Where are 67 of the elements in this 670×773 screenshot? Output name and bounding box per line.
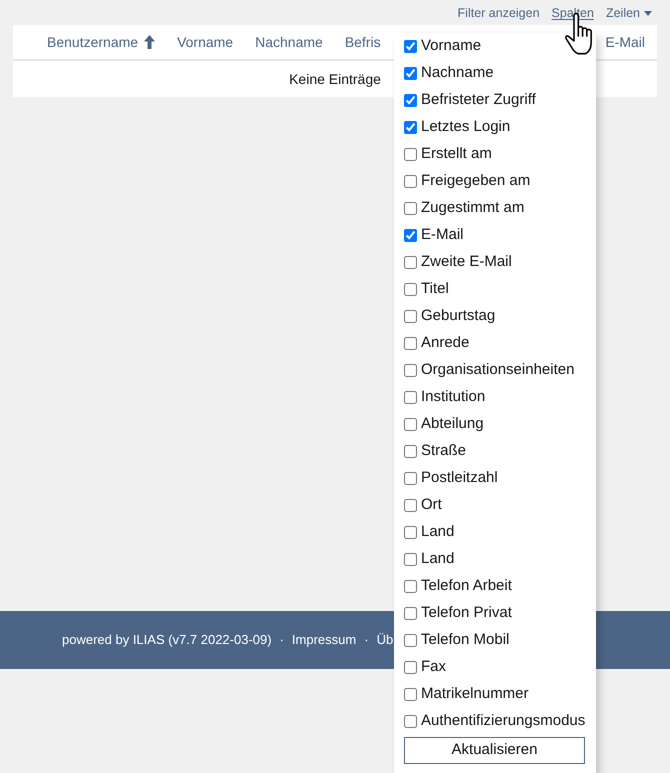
checkbox-label[interactable]: Zugestimmt am [421, 197, 524, 220]
update-button[interactable]: Aktualisieren [404, 737, 585, 764]
checkbox-label[interactable]: Zweite E-Mail [421, 251, 512, 274]
checkbox[interactable] [404, 499, 417, 512]
checkbox[interactable] [404, 121, 417, 134]
checkbox[interactable] [404, 472, 417, 485]
checkbox[interactable] [404, 283, 417, 296]
footer-link[interactable]: Üb [376, 630, 394, 650]
checkbox[interactable] [404, 40, 417, 53]
checkbox[interactable] [404, 715, 417, 728]
checkbox-label[interactable]: Telefon Privat [421, 602, 512, 625]
checkbox[interactable] [404, 661, 417, 674]
checkbox-label[interactable]: Matrikelnummer [421, 683, 529, 706]
footer-separator: · [364, 631, 369, 650]
checkbox-label[interactable]: Organisationseinheiten [421, 359, 574, 382]
checkbox[interactable] [404, 337, 417, 350]
checkbox-label[interactable]: Authentifizierungsmodus [421, 710, 586, 733]
checkbox[interactable] [404, 391, 417, 404]
checkbox-label[interactable]: Letztes Login [421, 116, 510, 139]
checkbox[interactable] [404, 364, 417, 377]
checkbox-label[interactable]: Befristeter Zugriff [421, 89, 536, 112]
checkbox-label[interactable]: Telefon Arbeit [421, 575, 512, 598]
checkbox-label[interactable]: Ort [421, 494, 442, 517]
checkbox-label[interactable]: Freigegeben am [421, 170, 530, 193]
checkbox-label[interactable]: Erstellt am [421, 143, 492, 166]
toolbar-link[interactable]: Filter anzeigen [458, 4, 540, 23]
checkbox-label[interactable]: Nachname [421, 62, 494, 85]
column-header[interactable]: E-Mail [605, 32, 645, 52]
checkbox[interactable] [404, 607, 417, 620]
column-header[interactable]: Befris [344, 32, 381, 52]
checkbox[interactable] [404, 67, 417, 80]
checkbox-label[interactable]: Abteilung [421, 413, 484, 436]
checkbox[interactable] [404, 634, 417, 647]
checkbox-label[interactable]: Postleitzahl [421, 467, 498, 490]
checkbox[interactable] [404, 148, 417, 161]
column-header[interactable]: Benutzername [47, 32, 138, 52]
checkbox[interactable] [404, 175, 417, 188]
checkbox-label[interactable]: Geburtstag [421, 305, 496, 328]
checkbox-label[interactable]: Institution [421, 386, 486, 409]
checkbox[interactable] [404, 445, 417, 458]
checkbox-label[interactable]: Land [421, 521, 454, 544]
rows-dropdown[interactable]: Zeilen [606, 4, 652, 23]
column-header[interactable]: Nachname [255, 32, 323, 52]
checkbox-label[interactable]: Telefon Mobil [421, 629, 510, 652]
checkbox-label[interactable]: Land [421, 548, 454, 571]
checkbox[interactable] [404, 310, 417, 323]
checkbox[interactable] [404, 580, 417, 593]
checkbox[interactable] [404, 94, 417, 107]
checkbox-label[interactable]: E-Mail [421, 224, 464, 247]
footer-link[interactable]: Impressum [292, 630, 356, 650]
checkbox[interactable] [404, 688, 417, 701]
checkbox[interactable] [404, 418, 417, 431]
checkbox[interactable] [404, 202, 417, 215]
checkbox[interactable] [404, 256, 417, 269]
checkbox-label[interactable]: Fax [421, 656, 446, 679]
caret-down-icon [644, 11, 652, 16]
checkbox-label[interactable]: Titel [421, 278, 449, 301]
checkbox[interactable] [404, 526, 417, 539]
checkbox[interactable] [404, 553, 417, 566]
footer-separator: · [280, 631, 284, 650]
column-header[interactable]: Vorname [177, 32, 234, 52]
checkbox-label[interactable]: Anrede [421, 332, 470, 355]
empty-table-message: Keine Einträge [289, 70, 381, 89]
checkbox-label[interactable]: Straße [421, 440, 466, 463]
checkbox[interactable] [404, 229, 417, 242]
footer-text: powered by ILIAS (v7.7 2022-03-09) [62, 631, 272, 650]
checkbox-label[interactable]: Vorname [421, 35, 482, 58]
